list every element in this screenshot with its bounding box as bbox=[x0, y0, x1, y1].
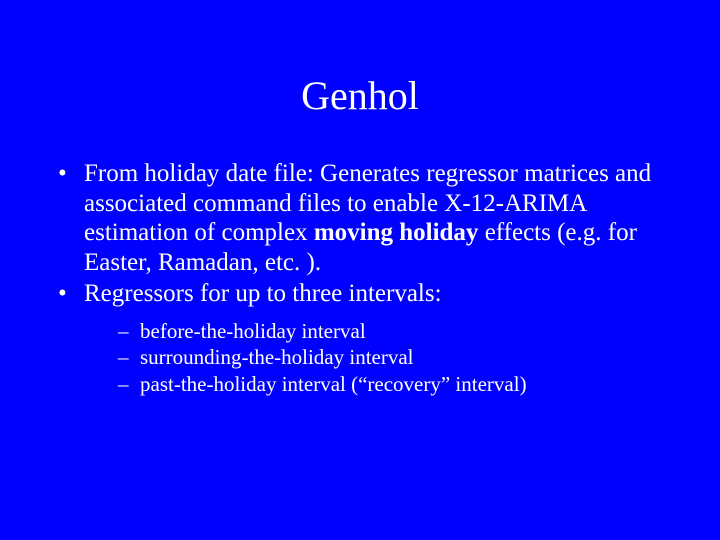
bullet-item: From holiday date file: Generates regres… bbox=[56, 159, 680, 277]
sub-bullet-item: past-the-holiday interval (“recovery” in… bbox=[118, 372, 680, 397]
slide-title: Genhol bbox=[0, 0, 720, 159]
sub-bullet-item: before-the-holiday interval bbox=[118, 319, 680, 344]
slide-content: From holiday date file: Generates regres… bbox=[0, 159, 720, 397]
bullet-list: From holiday date file: Generates regres… bbox=[56, 159, 680, 397]
bullet-text-pre: Regressors for up to three intervals: bbox=[84, 280, 442, 307]
slide: Genhol From holiday date file: Generates… bbox=[0, 0, 720, 540]
sub-bullet-list: before-the-holiday interval surrounding-… bbox=[84, 319, 680, 397]
bullet-item: Regressors for up to three intervals: be… bbox=[56, 279, 680, 397]
bullet-text-bold: moving holiday bbox=[314, 219, 479, 246]
sub-bullet-item: surrounding-the-holiday interval bbox=[118, 345, 680, 370]
